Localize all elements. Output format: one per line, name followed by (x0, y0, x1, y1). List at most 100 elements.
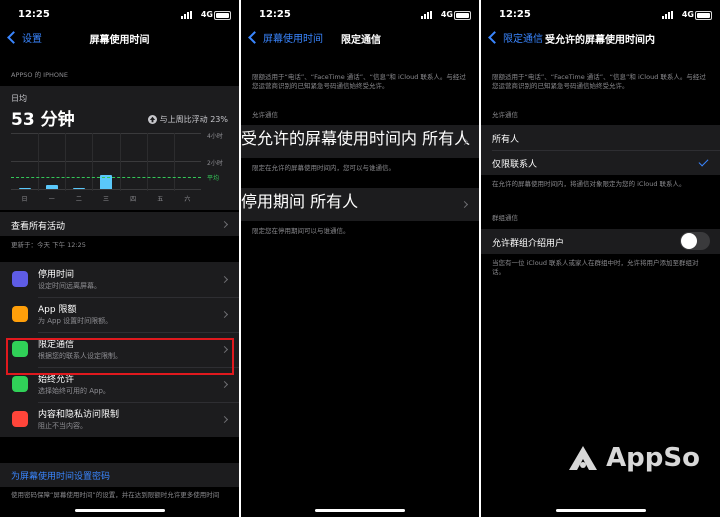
signal-icon (662, 11, 676, 19)
option-everyone[interactable]: 所有人 (481, 125, 720, 150)
settings-item-icon (12, 376, 28, 392)
row2-title: 停用期间 (241, 192, 306, 211)
highlight-box (6, 338, 234, 375)
gridline-base (11, 189, 201, 190)
average-line (11, 177, 201, 178)
group-intro-toggle[interactable] (680, 232, 710, 250)
see-all-activity-row[interactable]: 查看所有活动 (0, 212, 239, 236)
status-bar: 12:25 4G (241, 0, 479, 30)
settings-item[interactable]: 内容和隐私访问限制 阻止不当内容。 (0, 402, 239, 437)
settings-item[interactable]: 停用时间设定时间远离屏幕。 (0, 262, 239, 297)
chart-bar (45, 185, 58, 189)
intro-text: 限额适用于“电话”、“FaceTime 通话”、“信息”和 iCloud 联系人… (252, 73, 466, 91)
chart-day-divider (92, 133, 94, 191)
day-label: 六 (184, 196, 191, 203)
row1-note: 限定在允许的屏幕使用时间内，您可以与谁通信。 (252, 164, 395, 172)
back-button[interactable]: 屏幕使用时间 (247, 30, 323, 45)
chart-day-divider (38, 133, 40, 191)
arrow-up-circle-icon (147, 115, 157, 124)
passcode-link[interactable]: 为屏幕使用时间设置密码 (11, 469, 110, 482)
network-label: 4G (681, 10, 694, 19)
screen-time-screen: 12:25 4G 设置 屏幕使用时间 APPSO 的 IPHONE 日均 53 … (0, 0, 239, 517)
checkmark-icon (698, 156, 709, 167)
chevron-right-icon (220, 415, 229, 424)
chevron-right-icon (220, 380, 229, 389)
network-label: 4G (440, 10, 453, 19)
page: 12:25 4G 设置 屏幕使用时间 APPSO 的 IPHONE 日均 53 … (0, 0, 720, 517)
communication-limits-screen: 12:25 4G 屏幕使用时间 限定通信 限额适用于“电话”、“FaceTime… (241, 0, 479, 517)
intro-text: 限额适用于“电话”、“FaceTime 通话”、“信息”和 iCloud 联系人… (492, 73, 706, 91)
settings-item-icon (12, 411, 28, 427)
compare-label: 与上周比浮动 23% (159, 115, 228, 124)
battery-icon (454, 11, 471, 20)
appso-logo-icon (569, 446, 598, 470)
appso-logo: AppSo (568, 443, 700, 473)
nav-bar: 屏幕使用时间 限定通信 (241, 28, 479, 50)
option-contacts-label: 仅限联系人 (492, 160, 538, 170)
chevron-right-icon (220, 220, 229, 229)
settings-item-sub: 阻止不当内容。 (38, 422, 87, 430)
row2-note: 限定您在停用期间可以与谁通信。 (252, 227, 350, 235)
chevron-right-icon (460, 200, 469, 209)
settings-item-sub: 为 App 设置时间限额。 (38, 317, 113, 325)
home-indicator (315, 509, 405, 512)
option-contacts-only[interactable]: 仅限联系人 (481, 150, 720, 175)
option-note: 在允许的屏幕使用时间内，将通信对象限定为您的 iCloud 联系人。 (492, 180, 686, 188)
page-title: 限定通信 (341, 35, 381, 46)
chevron-left-icon (248, 31, 261, 44)
status-time: 12:25 (18, 9, 50, 20)
home-indicator (74, 509, 165, 512)
during-screen-time-row[interactable]: 受允许的屏幕使用时间内 所有人 (241, 125, 479, 158)
allowed-screen-time-screen: 12:25 4G 限定通信 受允许的屏幕使用时间内 限额适用于“电话”、“Fac… (481, 0, 720, 517)
day-label: 日 (21, 196, 28, 203)
device-label: APPSO 的 IPHONE (11, 71, 68, 79)
chevron-right-icon (220, 275, 229, 284)
options-group: 所有人 仅限联系人 (481, 125, 720, 175)
status-time: 12:25 (499, 9, 531, 20)
settings-item-title: 内容和隐私访问限制 (38, 410, 120, 420)
see-all-label: 查看所有活动 (11, 222, 66, 232)
toggle-note: 当您有一位 iCloud 联系人或家人在群组中时，允许将用户添加至群组对话。 (492, 259, 699, 277)
chart-day-divider (65, 133, 67, 191)
settings-item-sub: 设定时间远离屏幕。 (38, 282, 101, 290)
row2-sub: 所有人 (310, 192, 359, 211)
day-label: 二 (75, 196, 82, 203)
gridline-top (11, 133, 201, 134)
gridline-mid (11, 161, 201, 162)
back-button[interactable]: 限定通信 (487, 30, 543, 45)
downtime-row[interactable]: 停用期间 所有人 (241, 188, 479, 221)
home-indicator (555, 509, 646, 512)
battery-icon (695, 11, 712, 20)
appso-wordmark: AppSo (606, 443, 700, 473)
settings-item-title: 停用时间 (38, 270, 75, 280)
toggle-label: 允许群组介绍用户 (492, 239, 565, 249)
chart-day-divider (119, 133, 121, 191)
usage-chart: 4小时 2小时 平均 (11, 133, 229, 191)
back-label: 屏幕使用时间 (263, 34, 323, 45)
chart-day-divider (173, 133, 175, 191)
avg-value: 53 分钟 (11, 110, 75, 130)
day-label: 五 (157, 196, 164, 203)
passcode-note: 使用密码保障“屏幕使用时间”的设置，并在达到限额时允许更多使用时间 (11, 491, 220, 499)
section-allowed: 允许通信 (252, 111, 278, 119)
chart-day-divider (146, 133, 148, 191)
signal-icon (181, 11, 195, 19)
chevron-left-icon (488, 31, 501, 44)
status-bar: 12:25 4G (0, 0, 239, 30)
compare-text: 与上周比浮动 23% (147, 114, 228, 125)
back-label: 限定通信 (503, 34, 543, 45)
day-label: 一 (48, 196, 55, 203)
signal-icon (421, 11, 435, 19)
passcode-row[interactable]: 为屏幕使用时间设置密码 (0, 463, 239, 487)
y-label-4h: 4小时 (207, 133, 223, 140)
nav-bar: 限定通信 受允许的屏幕使用时间内 (481, 28, 720, 50)
day-label: 四 (130, 196, 137, 203)
section-allowed: 允许通信 (492, 111, 518, 119)
row1-title: 受允许的屏幕使用时间内 (241, 129, 418, 148)
y-label-2h: 2小时 (207, 160, 223, 167)
settings-item-icon (12, 271, 28, 287)
settings-item[interactable]: App 限额为 App 设置时间限额。 (0, 297, 239, 332)
group-intro-row: 允许群组介绍用户 (481, 229, 720, 254)
avg-label: 日均 (11, 94, 27, 103)
chart-day-labels: 日一二三四五六 (11, 194, 201, 204)
